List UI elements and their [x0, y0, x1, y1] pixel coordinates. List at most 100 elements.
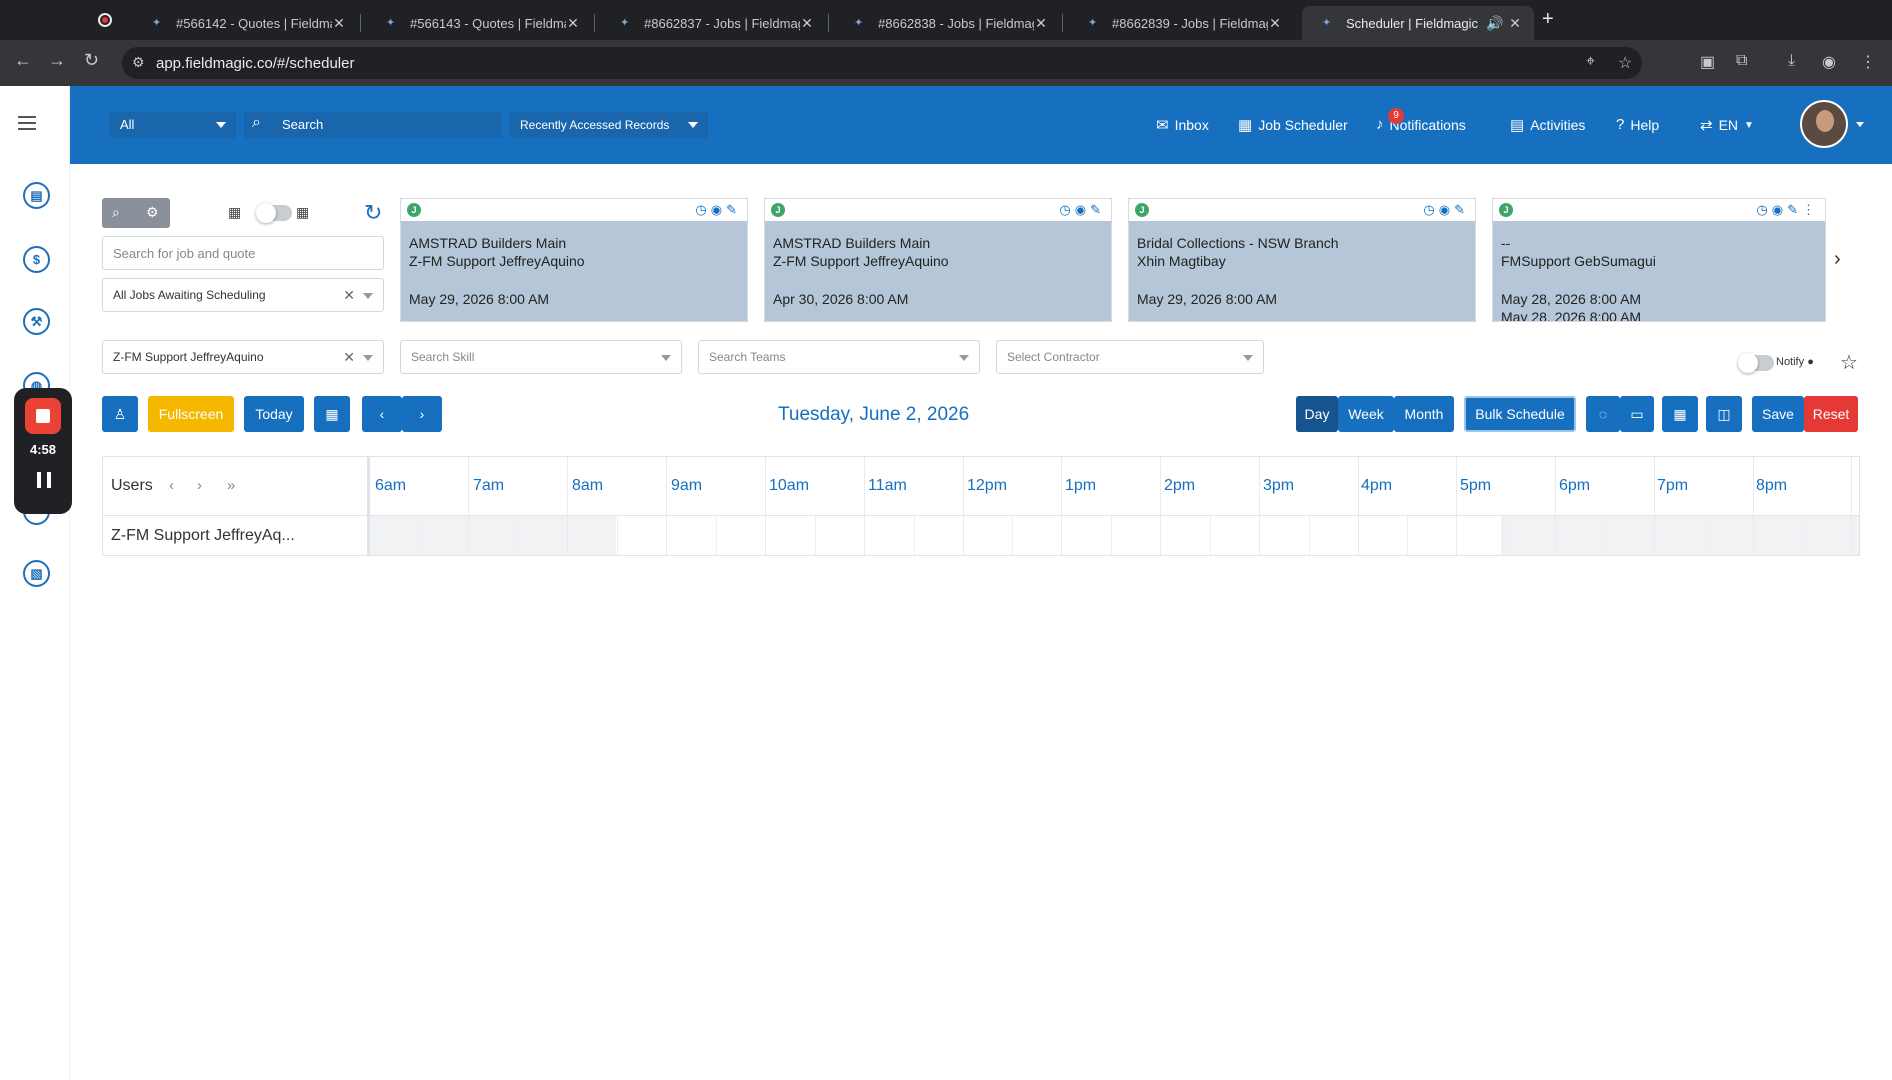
location-icon[interactable]: ⌖ — [1586, 53, 1595, 71]
fullscreen-button[interactable]: Fullscreen — [148, 396, 234, 432]
pause-recording-icon[interactable] — [37, 472, 51, 488]
browser-tab[interactable]: ✦ #8662839 - Jobs | Fieldmagi ✕ — [1068, 6, 1294, 40]
inbox-link[interactable]: ✉ Inbox — [1156, 116, 1209, 134]
card-actions[interactable]: ◷◉✎ — [695, 202, 741, 218]
help-link[interactable]: ? Help — [1616, 116, 1659, 133]
jobs-filter-select[interactable]: All Jobs Awaiting Scheduling ✕ — [102, 278, 384, 312]
document-nav-icon[interactable]: ▧ — [23, 560, 50, 587]
date-picker-button[interactable]: ▦ — [314, 396, 350, 432]
menu-dots-icon[interactable]: ⋮ — [1860, 52, 1876, 72]
list-view-icon[interactable]: ▦ — [296, 204, 309, 221]
job-card[interactable]: J ◷◉✎ Bridal Collections - NSW Branch Xh… — [1128, 198, 1476, 322]
clear-icon[interactable]: ✕ — [343, 349, 355, 366]
user-row-name[interactable]: Z-FM Support JeffreyAq... — [111, 527, 295, 545]
card-actions[interactable]: ◷◉✎⋮ — [1756, 202, 1819, 218]
day-view-button[interactable]: Day — [1296, 396, 1338, 432]
url-field[interactable]: ⚙ app.fieldmagic.co/#/scheduler ☆ ⌖ — [122, 47, 1642, 79]
view-toggle[interactable] — [256, 203, 292, 223]
extension-icon[interactable]: ▣ — [1700, 52, 1715, 72]
stop-recording-icon[interactable] — [25, 398, 61, 434]
forward-icon[interactable]: → — [48, 50, 66, 71]
close-tab-icon[interactable]: ✕ — [800, 15, 814, 32]
recording-time: 4:58 — [29, 442, 57, 457]
skill-search-select[interactable]: Search Skill — [400, 340, 682, 374]
scope-select[interactable]: All — [110, 112, 236, 138]
reload-icon[interactable]: ↻ — [84, 50, 99, 71]
next-day-button[interactable]: › — [402, 396, 442, 432]
browser-tab[interactable]: ✦ #8662837 - Jobs | Fieldmagi ✕ — [600, 6, 826, 40]
users-column-header: Users — [111, 477, 153, 494]
fieldmagic-favicon-icon: ✦ — [386, 17, 396, 29]
wrench-nav-icon[interactable]: ⚒ — [23, 308, 50, 335]
contacts-nav-icon[interactable]: ▤ — [23, 182, 50, 209]
contractor-select[interactable]: Select Contractor — [996, 340, 1264, 374]
back-icon[interactable]: ← — [14, 50, 32, 71]
double-chevron-right-icon[interactable]: » — [227, 477, 235, 494]
chevron-down-icon — [363, 293, 373, 299]
speaker-icon[interactable]: 🔊 — [1486, 15, 1503, 32]
job-card[interactable]: J ◷◉✎ AMSTRAD Builders Main Z-FM Support… — [400, 198, 748, 322]
bookmark-star-icon[interactable]: ☆ — [1618, 53, 1632, 73]
dollar-nav-icon[interactable]: $ — [23, 246, 50, 273]
bulk-schedule-button[interactable]: Bulk Schedule — [1464, 396, 1576, 432]
close-tab-icon[interactable]: ✕ — [1034, 15, 1048, 32]
new-tab-icon[interactable]: + — [1542, 8, 1554, 31]
activities-link[interactable]: ▤ Activities — [1510, 116, 1585, 134]
search-icon[interactable]: ⌕ — [112, 204, 120, 221]
grid-view-icon[interactable]: ▦ — [228, 204, 241, 221]
gear-icon[interactable]: ⚙ — [146, 204, 159, 221]
print-button[interactable]: ▭ — [1620, 396, 1654, 432]
user-avatar[interactable] — [1800, 100, 1848, 148]
translate-icon: ⇄ — [1700, 117, 1713, 134]
close-tab-icon[interactable]: ✕ — [1268, 15, 1282, 32]
chevron-down-icon[interactable] — [1856, 122, 1864, 127]
chevron-right-icon[interactable]: › — [1834, 248, 1841, 271]
clear-icon[interactable]: ✕ — [343, 287, 355, 304]
teams-search-select[interactable]: Search Teams — [698, 340, 980, 374]
browser-tab[interactable]: ✦ #8662838 - Jobs | Fieldmagi ✕ — [834, 6, 1060, 40]
language-select[interactable]: ⇄ EN ▼ — [1700, 116, 1754, 134]
hamburger-menu-icon[interactable] — [18, 116, 36, 130]
close-tab-icon[interactable]: ✕ — [1508, 15, 1522, 32]
app-header: All ⌕ Search Recently Accessed Records ✉… — [70, 86, 1892, 164]
refresh-icon[interactable]: ↻ — [364, 200, 382, 226]
today-button[interactable]: Today — [244, 396, 304, 432]
chevron-right-icon[interactable]: › — [197, 477, 202, 494]
puzzle-icon[interactable]: ⧉ — [1736, 52, 1747, 70]
card-actions[interactable]: ◷◉✎ — [1059, 202, 1105, 218]
notify-toggle[interactable] — [1738, 353, 1774, 373]
print-icon: ▭ — [1630, 406, 1644, 422]
user-view-button[interactable]: ♙ — [102, 396, 138, 432]
browser-tab[interactable]: ✦ #566143 - Quotes | Fieldmag ✕ — [366, 6, 592, 40]
browser-tab[interactable]: ✦ #566142 - Quotes | Fieldmag ✕ — [132, 6, 358, 40]
job-status-icon: J — [1135, 203, 1149, 217]
recent-records-dropdown[interactable]: Recently Accessed Records — [510, 112, 708, 138]
user-icon: ♙ — [113, 406, 127, 422]
chat-button[interactable]: ◌ — [1586, 396, 1620, 432]
job-search-input[interactable]: Search for job and quote — [102, 236, 384, 270]
close-tab-icon[interactable]: ✕ — [566, 15, 580, 32]
week-view-button[interactable]: Week — [1338, 396, 1394, 432]
save-button[interactable]: Save — [1752, 396, 1804, 432]
month-view-button[interactable]: Month — [1394, 396, 1454, 432]
hour-label: 9am — [671, 477, 703, 494]
prev-day-button[interactable]: ‹ — [362, 396, 402, 432]
chevron-left-icon[interactable]: ‹ — [169, 477, 174, 494]
browser-tab-active[interactable]: ✦ Scheduler | Fieldmagic 🔊 ✕ — [1302, 6, 1534, 40]
job-card[interactable]: J ◷◉✎ AMSTRAD Builders Main Z-FM Support… — [764, 198, 1112, 322]
job-card[interactable]: J ◷◉✎⋮ -- FMSupport GebSumagui May 28, 2… — [1492, 198, 1826, 322]
card-actions[interactable]: ◷◉✎ — [1423, 202, 1469, 218]
close-tab-icon[interactable]: ✕ — [332, 15, 346, 32]
reset-button[interactable]: Reset — [1804, 396, 1858, 432]
chevron-down-icon — [363, 355, 373, 361]
user-filter-select[interactable]: Z-FM Support JeffreyAquino ✕ — [102, 340, 384, 374]
site-settings-icon[interactable]: ⚙ — [132, 54, 145, 71]
job-scheduler-link[interactable]: ▦ Job Scheduler — [1238, 116, 1348, 134]
calendar-button[interactable]: ▦ — [1662, 396, 1698, 432]
profile-icon[interactable]: ◉ — [1822, 52, 1836, 72]
download-icon[interactable]: ⤓ — [1788, 52, 1795, 70]
map-button[interactable]: ◫ — [1706, 396, 1742, 432]
hour-label: 12pm — [967, 477, 1008, 494]
global-search-input[interactable]: ⌕ Search — [244, 112, 502, 138]
favorite-star-icon[interactable]: ☆ — [1840, 350, 1858, 375]
